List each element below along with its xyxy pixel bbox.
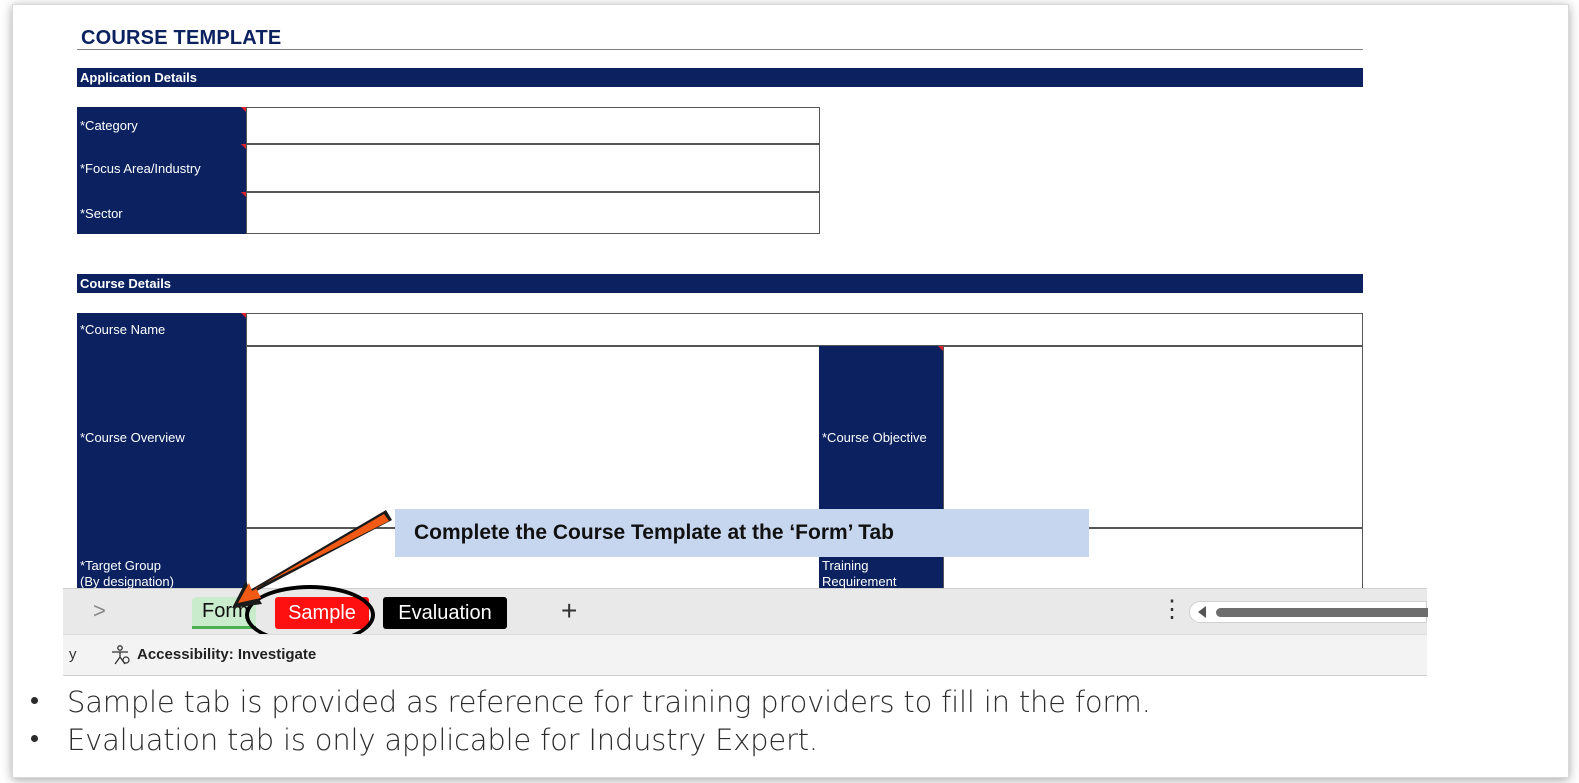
slide-frame: COURSE TEMPLATE Application Details *Cat… xyxy=(12,4,1569,778)
scrollbar-thumb[interactable] xyxy=(1216,608,1428,617)
sheet-tab-bar: > Form Sample Evaluation + ⋮ xyxy=(63,585,1428,645)
application-details-header: Application Details xyxy=(77,68,1363,87)
instruction-callout: Complete the Course Template at the ‘For… xyxy=(395,509,1089,557)
category-input[interactable] xyxy=(246,107,820,144)
note-text: Sample tab is provided as reference for … xyxy=(67,685,1151,719)
bullet-icon xyxy=(31,735,38,742)
accessibility-icon xyxy=(112,645,130,665)
category-label: *Category xyxy=(77,107,246,144)
sector-input[interactable] xyxy=(246,192,820,234)
note-text: Evaluation tab is only applicable for In… xyxy=(67,723,818,757)
training-requirement-label-text: Training xyxy=(822,558,869,573)
scroll-left-icon[interactable] xyxy=(1198,606,1206,618)
tab-form[interactable]: Form xyxy=(192,597,256,629)
course-objective-input[interactable] xyxy=(943,346,1363,528)
bullet-icon xyxy=(31,697,38,704)
horizontal-scrollbar[interactable] xyxy=(1189,601,1428,623)
course-objective-label-text: *Course Objective xyxy=(822,429,927,445)
category-label-text: *Category xyxy=(80,118,138,133)
sector-label-text: *Sector xyxy=(80,205,123,221)
status-leading-text: y xyxy=(69,646,77,663)
add-sheet-icon[interactable]: + xyxy=(561,595,577,627)
target-group-label-text: *Target Group xyxy=(80,558,161,573)
status-bar: y Accessibility: Investigate xyxy=(63,634,1427,676)
course-objective-label: *Course Objective xyxy=(819,346,943,528)
course-overview-label-text: *Course Overview xyxy=(80,429,185,445)
course-name-label: *Course Name xyxy=(77,313,246,346)
target-group-label: *Target Group (By designation) xyxy=(77,528,246,590)
course-details-header: Course Details xyxy=(77,274,1363,293)
accessibility-status[interactable]: Accessibility: Investigate xyxy=(137,646,316,663)
title-divider xyxy=(77,49,1363,50)
tab-evaluation[interactable]: Evaluation xyxy=(383,597,507,629)
focus-area-label-text: *Focus Area/Industry xyxy=(80,160,201,176)
template-title: COURSE TEMPLATE xyxy=(81,27,282,49)
course-name-label-text: *Course Name xyxy=(80,322,166,337)
course-overview-label: *Course Overview xyxy=(77,346,246,528)
more-options-icon[interactable]: ⋮ xyxy=(1160,595,1184,624)
sector-label: *Sector xyxy=(77,192,246,234)
focus-area-label: *Focus Area/Industry xyxy=(77,144,246,192)
spreadsheet-area: COURSE TEMPLATE Application Details *Cat… xyxy=(13,5,1427,590)
course-overview-input[interactable] xyxy=(246,346,820,528)
tab-sample[interactable]: Sample xyxy=(275,597,369,629)
chevron-right-icon[interactable]: > xyxy=(93,598,106,624)
focus-area-input[interactable] xyxy=(246,144,820,192)
course-name-input[interactable] xyxy=(246,313,1363,346)
